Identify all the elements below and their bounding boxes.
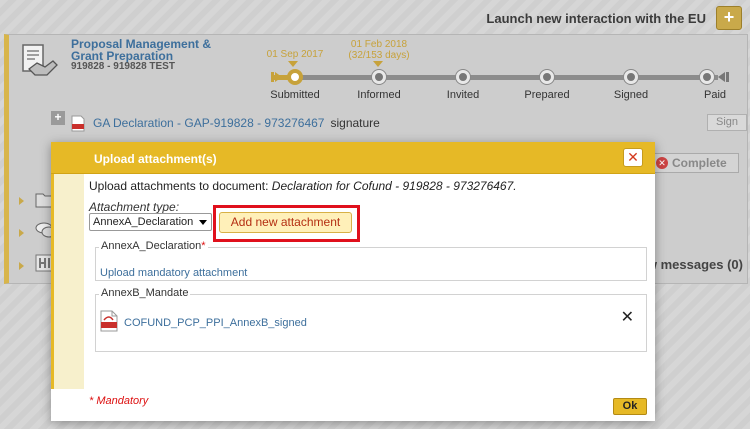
mandatory-note: * Mandatory — [89, 395, 149, 407]
timeline-step-informed: Informed — [357, 89, 401, 101]
dialog-side-stripe — [51, 174, 84, 389]
timeline-track — [286, 75, 718, 80]
intro-prefix: Upload attachments to document: — [89, 179, 272, 193]
dialog-intro: Upload attachments to document: Declarat… — [89, 179, 517, 193]
remove-attachment-icon[interactable]: ✕ — [621, 307, 634, 327]
timeline-date-submitted: 01 Sep 2017 — [266, 49, 324, 60]
project-title[interactable]: Proposal Management & Grant Preparation — [71, 38, 241, 62]
close-button[interactable]: ✕ — [623, 148, 643, 167]
ok-button[interactable]: Ok — [613, 398, 647, 415]
annexb-legend: AnnexB_Mandate — [99, 287, 191, 299]
timeline-date-informed-main: 01 Feb 2018 — [350, 39, 408, 50]
timeline-end-icon — [718, 72, 729, 82]
timeline-node-invited — [456, 70, 470, 84]
timeline-marker-1 — [288, 61, 298, 67]
timeline-date-informed: 01 Feb 2018 (32/153 days) — [342, 39, 416, 61]
upload-attachments-dialog: Upload attachment(s) ✕ Upload attachment… — [51, 142, 655, 421]
complete-button[interactable]: ✕ Complete — [651, 153, 739, 173]
dialog-header: Upload attachment(s) ✕ — [51, 142, 655, 174]
timeline-node-signed — [624, 70, 638, 84]
attachment-type-select[interactable]: AnnexA_Declaration — [89, 213, 212, 231]
annexb-section: AnnexB_Mandate COFUND_PCP_PPI_AnnexB_sig… — [95, 287, 647, 352]
upload-mandatory-link[interactable]: Upload mandatory attachment — [100, 267, 247, 279]
timeline-start-icon — [271, 72, 282, 82]
timeline-step-submitted: Submitted — [270, 89, 320, 101]
timeline-date-informed-days: (32/153 days) — [348, 50, 410, 61]
annexa-legend-text: AnnexA_Declaration — [101, 240, 202, 252]
ga-declaration-link[interactable]: GA Declaration - GAP-919828 - 973276467 — [93, 116, 324, 130]
timeline-node-prepared — [540, 70, 554, 84]
dropdown-caret-icon — [199, 220, 207, 225]
project-id: 919828 - 919828 TEST — [71, 61, 175, 72]
topbar: Launch new interaction with the EU + — [486, 6, 742, 30]
add-new-attachment-button[interactable]: Add new attachment — [219, 212, 352, 233]
annexa-legend: AnnexA_Declaration* — [99, 240, 208, 252]
document-row: GA Declaration - GAP-919828 - 973276467 … — [53, 109, 750, 137]
launch-interaction-label: Launch new interaction with the EU — [486, 10, 706, 26]
project-timeline: 01 Sep 2017 01 Feb 2018 (32/153 days) Su… — [264, 39, 734, 103]
handshake-document-icon — [22, 44, 58, 76]
attachment-file-link[interactable]: COFUND_PCP_PPI_AnnexB_signed — [124, 317, 307, 329]
chevron-right-icon[interactable] — [19, 262, 24, 270]
timeline-node-paid — [700, 70, 714, 84]
timeline-step-invited: Invited — [446, 89, 480, 101]
chevron-right-icon[interactable] — [19, 229, 24, 237]
required-marker: * — [201, 240, 206, 252]
complete-label: Complete — [672, 156, 727, 170]
dialog-title: Upload attachment(s) — [94, 152, 217, 166]
timeline-node-submitted — [288, 70, 302, 84]
attachment-type-value: AnnexA_Declaration — [93, 216, 194, 228]
new-messages-label[interactable]: w messages (0) — [647, 257, 743, 272]
annexa-section: AnnexA_Declaration* Upload mandatory att… — [95, 240, 647, 281]
x-circle-icon: ✕ — [656, 157, 668, 169]
close-icon: ✕ — [627, 149, 639, 165]
ga-declaration-suffix: signature — [330, 116, 380, 130]
chevron-right-icon[interactable] — [19, 197, 24, 205]
intro-document-name: Declaration for Cofund - 919828 - 973276… — [271, 179, 517, 193]
pdf-icon — [71, 115, 85, 131]
timeline-marker-2 — [373, 61, 383, 67]
timeline-step-signed: Signed — [613, 89, 649, 101]
timeline-step-prepared: Prepared — [524, 89, 570, 101]
pdf-file-icon — [100, 310, 118, 332]
timeline-step-paid: Paid — [703, 89, 727, 101]
attachment-type-label: Attachment type: — [89, 200, 180, 214]
timeline-node-informed — [372, 70, 386, 84]
launch-interaction-button[interactable]: + — [716, 6, 742, 30]
sign-button[interactable]: Sign — [707, 114, 747, 131]
